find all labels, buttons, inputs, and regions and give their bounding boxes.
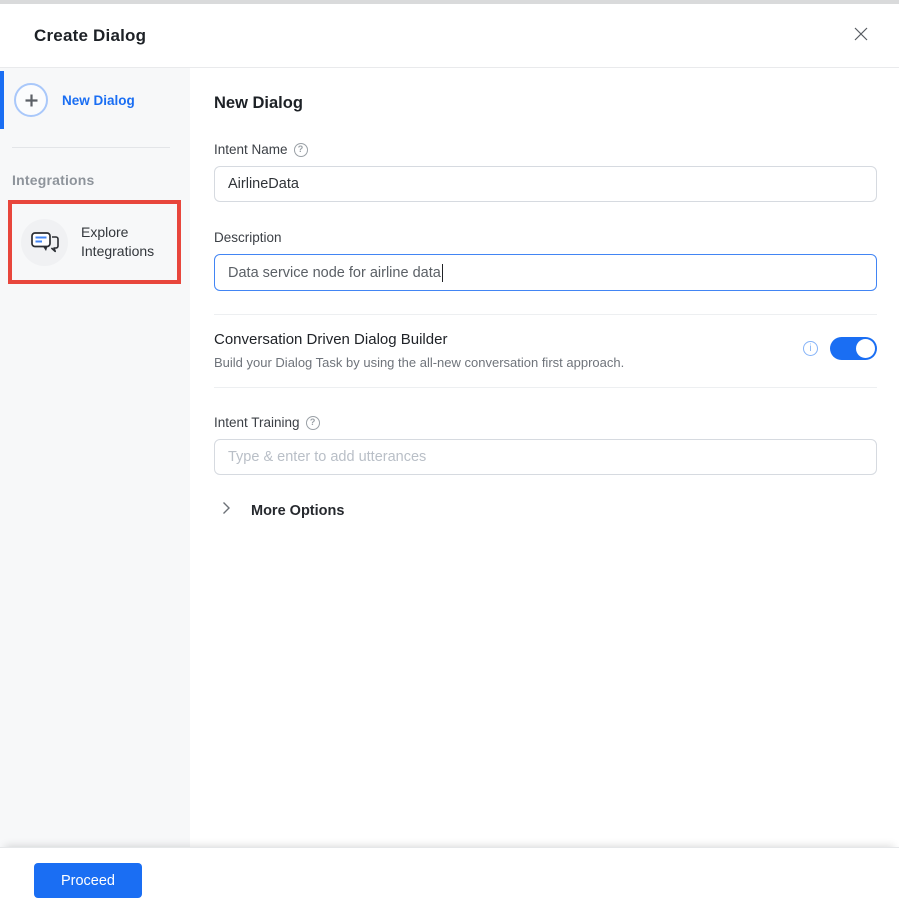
modal-header: Create Dialog [0,4,899,68]
close-button[interactable] [850,25,872,47]
modal-body: New Dialog Integrations Explore Integrat… [0,68,899,847]
info-icon[interactable]: i [803,341,818,356]
sidebar-item-explore-integrations[interactable]: Explore Integrations [12,218,173,266]
help-icon[interactable]: ? [293,142,308,157]
integrations-section-label: Integrations [12,172,95,188]
red-annotation-highlight: Explore Integrations [8,200,181,284]
cdd-builder-title: Conversation Driven Dialog Builder [214,331,448,348]
sidebar-divider [12,147,170,148]
chevron-right-icon [221,501,231,520]
cdd-builder-text: Conversation Driven Dialog Builder Build… [214,331,624,370]
description-label: Description [214,230,282,245]
sidebar-item-label: Explore Integrations [81,224,155,259]
sidebar: New Dialog Integrations Explore Integrat… [0,68,190,847]
more-options-label: More Options [251,502,345,519]
form-heading: New Dialog [214,94,303,112]
more-options-expander[interactable]: More Options [214,501,877,520]
intent-name-input[interactable] [214,166,877,202]
plus-icon [14,83,48,117]
help-icon[interactable]: ? [305,415,320,430]
section-divider [214,387,877,388]
intent-training-input[interactable] [214,439,877,475]
form-panel: New Dialog Intent Name ? Description Dat… [190,68,899,847]
chat-bubbles-icon [21,218,68,266]
toggle-knob [856,339,875,358]
description-input[interactable]: Data service node for airline data [214,254,877,291]
cdd-builder-row: Conversation Driven Dialog Builder Build… [214,315,877,387]
modal-title: Create Dialog [34,25,147,45]
cdd-builder-subtitle: Build your Dialog Task by using the all-… [214,355,625,370]
proceed-button[interactable]: Proceed [34,863,142,898]
text-cursor [441,263,444,282]
close-icon [853,26,869,45]
intent-name-label: Intent Name [214,142,288,157]
sidebar-item-label: New Dialog [62,92,135,108]
active-indicator-bar [0,71,4,129]
modal-footer: Proceed [0,847,899,913]
cdd-builder-toggle[interactable] [830,337,877,360]
intent-training-label: Intent Training [214,415,300,430]
sidebar-item-new-dialog[interactable]: New Dialog [0,71,190,129]
create-dialog-modal: Create Dialog New Dialog Integrations Ex… [0,0,899,913]
description-value: Data service node for airline data [228,264,441,281]
